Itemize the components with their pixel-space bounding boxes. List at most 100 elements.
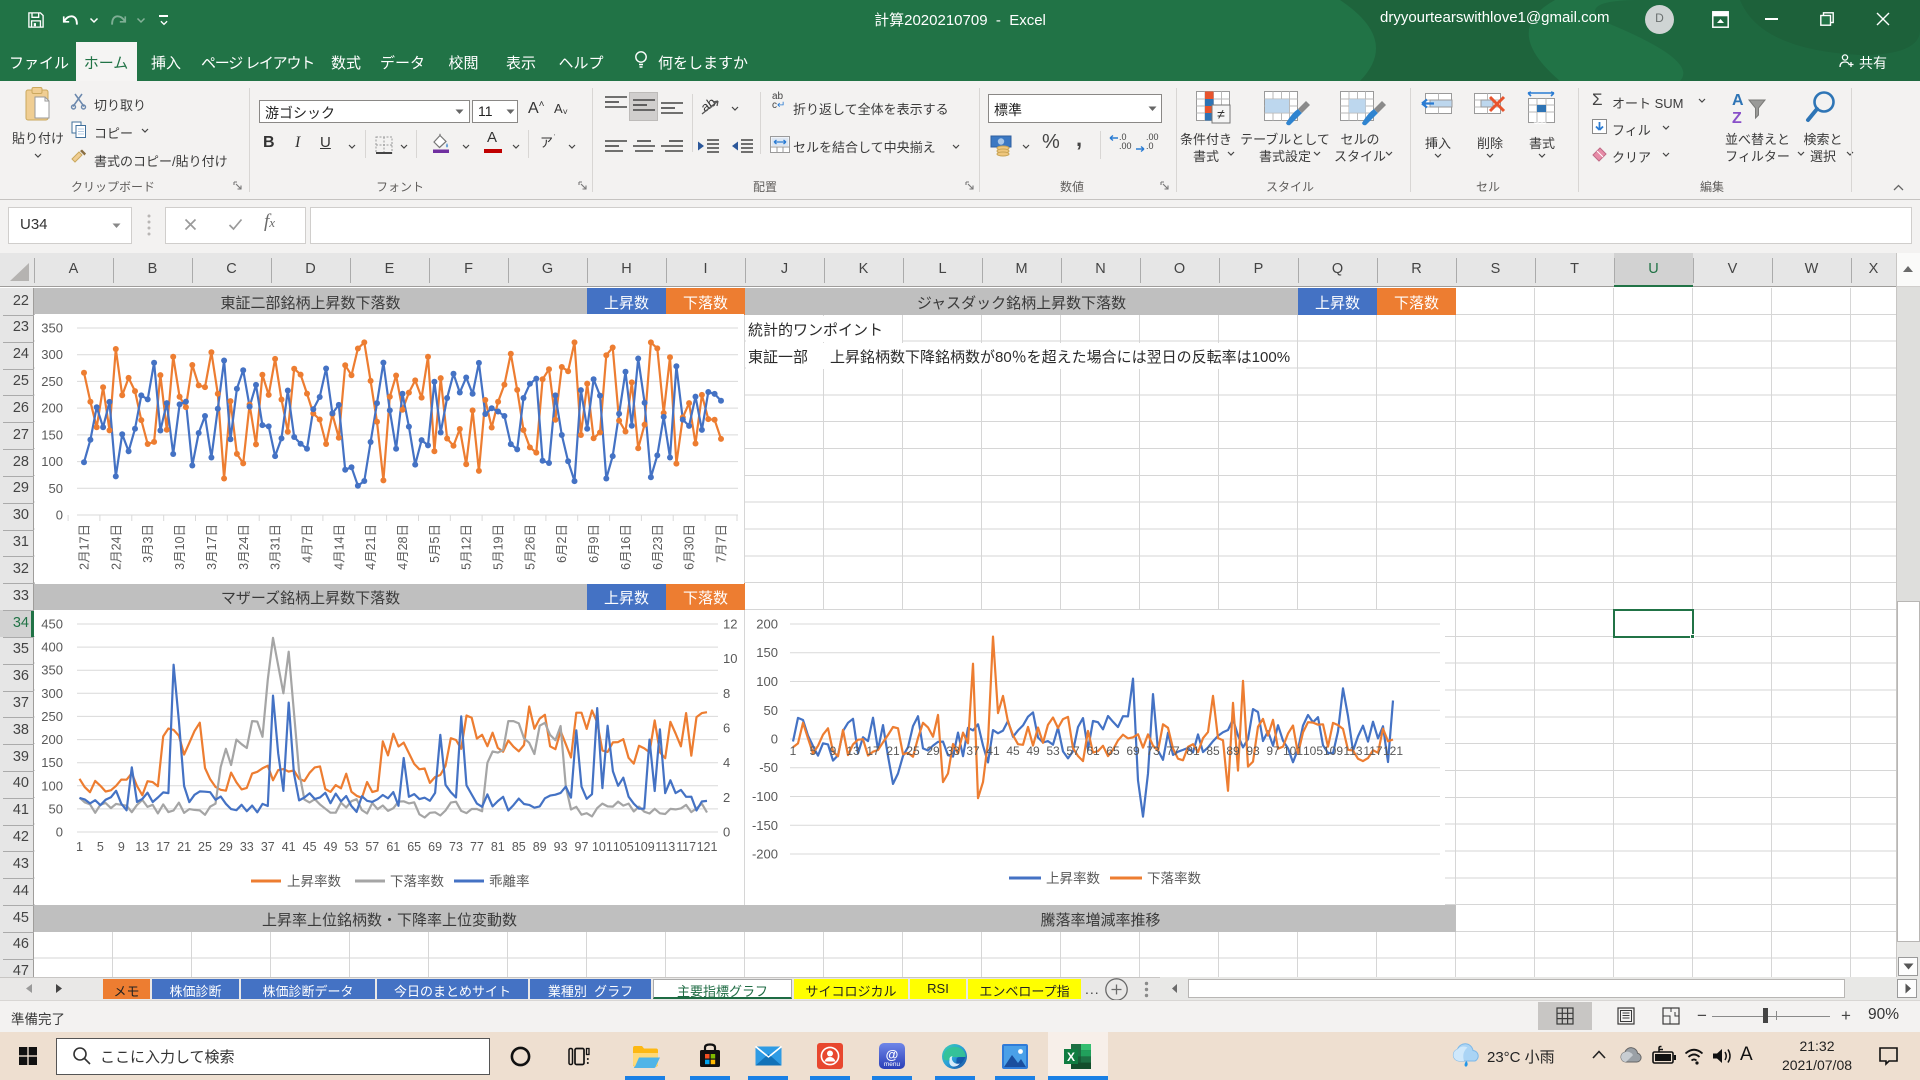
svg-text:12: 12 — [723, 617, 737, 632]
svg-text:4月14日: 4月14日 — [332, 524, 346, 570]
svg-text:89: 89 — [533, 840, 547, 854]
svg-text:93: 93 — [1246, 744, 1260, 758]
svg-text:33: 33 — [946, 744, 960, 758]
svg-text:57: 57 — [1066, 744, 1080, 758]
svg-text:200: 200 — [41, 732, 63, 747]
svg-text:6月23日: 6月23日 — [651, 524, 665, 570]
svg-text:37: 37 — [966, 744, 980, 758]
svg-text:5月19日: 5月19日 — [492, 524, 506, 570]
svg-text:-200: -200 — [752, 847, 778, 862]
svg-text:21: 21 — [886, 744, 900, 758]
svg-text:6月16日: 6月16日 — [619, 524, 633, 570]
svg-text:117: 117 — [676, 840, 696, 854]
svg-text:450: 450 — [41, 617, 63, 632]
svg-text:下落率数: 下落率数 — [1147, 870, 1201, 886]
svg-text:2: 2 — [723, 790, 730, 805]
svg-text:49: 49 — [324, 840, 338, 854]
svg-text:17: 17 — [156, 840, 170, 854]
svg-text:121: 121 — [1383, 744, 1403, 758]
svg-text:5月5日: 5月5日 — [428, 524, 442, 563]
svg-text:@: @ — [886, 1047, 899, 1062]
svg-text:113: 113 — [655, 840, 675, 854]
svg-text:33: 33 — [240, 840, 254, 854]
svg-text:0: 0 — [771, 732, 778, 747]
svg-text:45: 45 — [1006, 744, 1020, 758]
svg-text:0: 0 — [723, 825, 730, 840]
svg-text:50: 50 — [764, 703, 778, 718]
svg-text:89: 89 — [1226, 744, 1240, 758]
svg-text:41: 41 — [986, 744, 1000, 758]
svg-text:53: 53 — [1046, 744, 1060, 758]
svg-text:300: 300 — [41, 686, 63, 701]
svg-text:85: 85 — [1206, 744, 1220, 758]
svg-text:4月28日: 4月28日 — [396, 524, 410, 570]
svg-text:85: 85 — [512, 840, 526, 854]
svg-text:105: 105 — [613, 840, 634, 854]
svg-text:50: 50 — [49, 481, 63, 496]
svg-text:上昇率数: 上昇率数 — [287, 873, 341, 889]
svg-text:-50: -50 — [759, 760, 778, 775]
svg-text:97: 97 — [1266, 744, 1280, 758]
svg-text:113: 113 — [1343, 744, 1362, 758]
svg-text:100: 100 — [756, 674, 778, 689]
svg-text:73: 73 — [1146, 744, 1160, 758]
svg-text:6月30日: 6月30日 — [683, 524, 697, 570]
svg-text:200: 200 — [41, 401, 63, 416]
svg-text:250: 250 — [41, 709, 63, 724]
svg-text:9: 9 — [118, 840, 125, 854]
svg-text:0: 0 — [56, 508, 63, 523]
svg-text:3月10日: 3月10日 — [173, 524, 187, 570]
svg-text:6月9日: 6月9日 — [587, 524, 601, 563]
svg-text:3月31日: 3月31日 — [269, 524, 283, 570]
svg-text:17: 17 — [866, 744, 880, 758]
svg-text:109: 109 — [1323, 744, 1343, 758]
svg-text:25: 25 — [906, 744, 920, 758]
svg-text:4月7日: 4月7日 — [301, 524, 315, 563]
svg-text:400: 400 — [41, 640, 63, 655]
svg-text:41: 41 — [282, 840, 296, 854]
svg-text:350: 350 — [41, 663, 63, 678]
svg-text:77: 77 — [470, 840, 484, 854]
svg-text:5: 5 — [97, 840, 104, 854]
svg-text:X: X — [1067, 1050, 1075, 1064]
svg-text:65: 65 — [407, 840, 421, 854]
svg-text:61: 61 — [386, 840, 400, 854]
svg-text:109: 109 — [634, 840, 655, 854]
svg-text:61: 61 — [1086, 744, 1100, 758]
svg-text:121: 121 — [697, 840, 718, 854]
svg-text:1: 1 — [76, 840, 83, 854]
svg-text:45: 45 — [303, 840, 317, 854]
svg-text:150: 150 — [41, 755, 63, 770]
svg-text:4月21日: 4月21日 — [364, 524, 378, 570]
svg-text:menu: menu — [884, 1061, 901, 1068]
svg-text:-100: -100 — [752, 789, 778, 804]
svg-text:8: 8 — [723, 686, 730, 701]
svg-text:250: 250 — [41, 374, 63, 389]
svg-text:49: 49 — [1026, 744, 1040, 758]
svg-text:3月17日: 3月17日 — [205, 524, 219, 570]
svg-text:1: 1 — [790, 744, 797, 758]
svg-text:81: 81 — [1186, 744, 1200, 758]
svg-text:29: 29 — [926, 744, 940, 758]
svg-text:117: 117 — [1363, 744, 1382, 758]
svg-text:7月7日: 7月7日 — [715, 524, 729, 563]
svg-text:-150: -150 — [752, 818, 778, 833]
svg-text:下落率数: 下落率数 — [390, 873, 444, 889]
svg-text:300: 300 — [41, 347, 63, 362]
svg-text:6: 6 — [723, 721, 730, 736]
svg-text:6月2日: 6月2日 — [555, 524, 569, 563]
svg-text:81: 81 — [491, 840, 505, 854]
svg-text:0: 0 — [56, 825, 63, 840]
svg-text:2月24日: 2月24日 — [109, 524, 123, 570]
svg-text:9: 9 — [830, 744, 837, 758]
svg-text:77: 77 — [1166, 744, 1180, 758]
svg-text:5月26日: 5月26日 — [523, 524, 537, 570]
svg-text:101: 101 — [592, 840, 613, 854]
svg-text:10: 10 — [723, 651, 737, 666]
svg-text:50: 50 — [49, 801, 63, 816]
svg-text:69: 69 — [428, 840, 442, 854]
svg-text:21: 21 — [177, 840, 191, 854]
svg-text:3月24日: 3月24日 — [237, 524, 251, 570]
svg-text:73: 73 — [449, 840, 463, 854]
svg-text:350: 350 — [41, 321, 63, 336]
